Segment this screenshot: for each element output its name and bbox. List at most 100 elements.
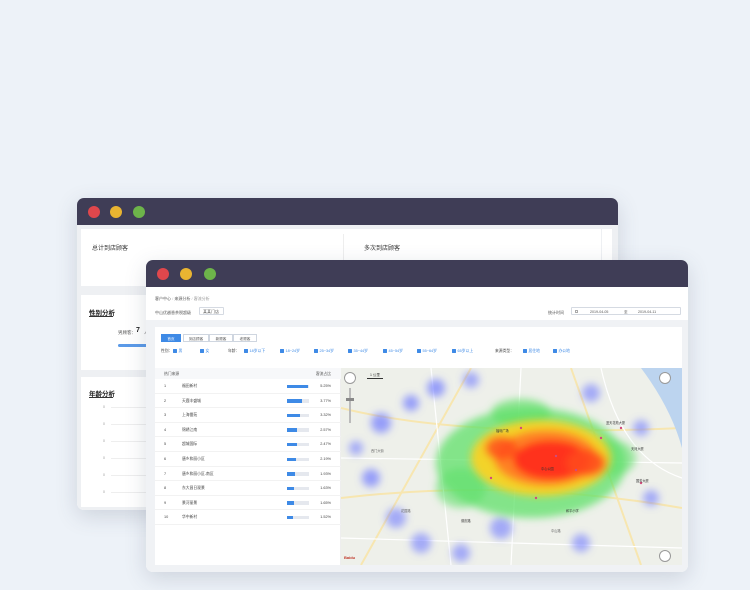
age-option-55-64[interactable]: 55~64岁 xyxy=(417,349,437,354)
heat-hot-layer xyxy=(471,420,611,496)
close-dot-icon[interactable] xyxy=(88,206,100,218)
row-share-fill xyxy=(287,384,308,388)
poi-label: 德庆路 xyxy=(461,519,471,523)
row-share-bar xyxy=(287,486,309,491)
checkbox-icon xyxy=(417,349,421,353)
tab-visitors[interactable]: 到店顾客 xyxy=(183,334,209,342)
compass-icon[interactable] xyxy=(659,550,671,562)
checkbox-icon xyxy=(280,349,284,353)
maximize-dot-icon[interactable] xyxy=(204,268,216,280)
zoom-slider[interactable] xyxy=(349,388,351,423)
row-rank: 1 xyxy=(164,384,167,388)
checkbox-icon xyxy=(244,349,248,353)
front-window: 客户中心 / 来源分析 / 客流分析 中山优越香茶税超级 某某门店 统计时间 2… xyxy=(146,260,688,572)
row-share-bar xyxy=(287,384,309,388)
age-tick: 0 xyxy=(103,473,105,477)
row-share-percent: 3.32% xyxy=(320,413,331,418)
row-source-name: 上海雷苑 xyxy=(182,413,198,418)
checkbox-icon xyxy=(553,349,557,353)
calendar-icon xyxy=(575,310,578,313)
age-option-18-24[interactable]: 18~24岁 xyxy=(280,349,300,354)
poi-label: 国芳大厦 xyxy=(636,479,649,483)
table-row[interactable]: 5 超城国际 2.47% xyxy=(155,437,341,452)
title-underline xyxy=(89,397,113,398)
gender-option-female[interactable]: 女 xyxy=(200,349,209,354)
tab-old-customers[interactable]: 老顾客 xyxy=(233,334,257,342)
rotate-control-icon[interactable] xyxy=(659,372,671,384)
row-share-percent: 1.93% xyxy=(320,471,331,476)
row-source-name: 唐乡和丽小区-南区 xyxy=(182,471,214,476)
date-start[interactable]: 2019-04-05 xyxy=(590,310,608,314)
checkbox-icon xyxy=(173,349,177,353)
table-row[interactable]: 3 上海雷苑 3.32% xyxy=(155,408,341,423)
row-share-percent: 1.65% xyxy=(320,500,331,505)
age-option-65-plus[interactable]: 65岁以上 xyxy=(452,349,473,354)
source-option-residence[interactable]: 居住地 xyxy=(523,349,540,354)
table-row[interactable]: 6 唐乡和丽小区 2.19% xyxy=(155,452,341,467)
age-filter-label: 年龄： xyxy=(228,349,240,353)
age-option-label: 35~44岁 xyxy=(353,349,368,353)
age-option-45-54[interactable]: 45~54岁 xyxy=(383,349,403,354)
heatmap-map[interactable]: 1 公里 Baidu 西门大街 花园路 中山路 蓝天花苑大厦 天河大厦 国芳大厦… xyxy=(341,368,682,565)
row-source-name: 景河丽景 xyxy=(182,500,198,505)
row-share-fill xyxy=(287,515,294,520)
checkbox-icon xyxy=(314,349,318,353)
age-tick: 0 xyxy=(103,405,105,409)
row-rank: 3 xyxy=(164,413,167,418)
age-tick: 0 xyxy=(103,456,105,460)
row-share-percent: 2.19% xyxy=(320,457,331,461)
age-option-label: 18岁以下 xyxy=(249,349,266,353)
tab-home[interactable]: 首页 xyxy=(161,334,181,342)
breadcrumb-item-current: 客流分析 xyxy=(193,296,210,301)
table-row[interactable]: 10 华中新村 1.52% xyxy=(155,510,341,525)
row-share-percent: 3.77% xyxy=(320,398,331,403)
tab-new-customers[interactable]: 新顾客 xyxy=(209,334,233,342)
row-share-bar xyxy=(287,399,309,403)
row-share-fill xyxy=(287,472,295,476)
age-option-label: 65岁以上 xyxy=(457,349,474,353)
gender-option-male[interactable]: 男 xyxy=(173,349,182,354)
poi-label: 中心公园 xyxy=(541,467,554,471)
front-content: 客户中心 / 来源分析 / 客流分析 中山优越香茶税超级 某某门店 统计时间 2… xyxy=(146,287,688,572)
zoom-handle[interactable] xyxy=(346,398,354,401)
table-row[interactable]: 9 景河丽景 1.65% xyxy=(155,496,341,511)
minimize-dot-icon[interactable] xyxy=(180,268,192,280)
source-option-label: 居住地 xyxy=(528,349,540,353)
total-visitors-label: 总计到店顾客 xyxy=(92,246,129,252)
poi-label: 天河大厦 xyxy=(631,447,644,451)
store-select[interactable]: 某某门店 xyxy=(199,307,224,315)
col-source-header: 热门来源 xyxy=(164,372,180,376)
store-name: 中山优越香茶税超级 xyxy=(155,310,191,315)
maximize-dot-icon[interactable] xyxy=(133,206,145,218)
repeat-visitors-label: 多次到店顾客 xyxy=(364,246,401,252)
table-row[interactable]: 1 福田新村 5.25% xyxy=(155,379,341,394)
pan-control-icon[interactable] xyxy=(344,372,356,384)
source-option-office[interactable]: 办公地 xyxy=(553,349,570,354)
close-dot-icon[interactable] xyxy=(157,268,169,280)
age-option-label: 25~34岁 xyxy=(319,349,334,353)
table-row[interactable]: 7 唐乡和丽小区-南区 1.93% xyxy=(155,467,341,482)
table-row[interactable]: 2 天鹿丰盛城 3.77% xyxy=(155,394,341,409)
map-scale: 1 公里 xyxy=(367,373,383,379)
checkbox-icon xyxy=(200,349,204,353)
date-range-picker[interactable]: 2019-04-05 至 2019-04-11 xyxy=(571,307,681,315)
main-panel: 首页 到店顾客 新顾客 老顾客 性别： 男 女 年龄： 18岁以下 18~24岁… xyxy=(155,327,682,565)
checkbox-icon xyxy=(348,349,352,353)
minimize-dot-icon[interactable] xyxy=(110,206,122,218)
row-share-fill xyxy=(287,486,294,491)
row-source-name: 东大昌日观景 xyxy=(182,486,205,491)
row-rank: 10 xyxy=(164,515,169,520)
breadcrumb-item-source-analysis[interactable]: 来源分析 xyxy=(174,296,190,301)
age-option-25-34[interactable]: 25~34岁 xyxy=(314,349,334,354)
breadcrumb-item-customer-center[interactable]: 客户中心 xyxy=(155,296,171,301)
checkbox-icon xyxy=(523,349,527,353)
age-option-under-18[interactable]: 18岁以下 xyxy=(244,349,265,354)
date-end[interactable]: 2019-04-11 xyxy=(638,310,656,314)
page-header: 客户中心 / 来源分析 / 客流分析 中山优越香茶税超级 某某门店 统计时间 2… xyxy=(146,287,688,320)
row-share-bar xyxy=(287,413,309,418)
gender-option-label: 男 xyxy=(178,349,183,353)
table-row[interactable]: 8 东大昌日观景 1.63% xyxy=(155,481,341,496)
road-label: 中山路 xyxy=(551,529,561,533)
age-option-35-44[interactable]: 35~44岁 xyxy=(348,349,368,354)
table-row[interactable]: 4 锦绣江南 2.57% xyxy=(155,423,341,438)
